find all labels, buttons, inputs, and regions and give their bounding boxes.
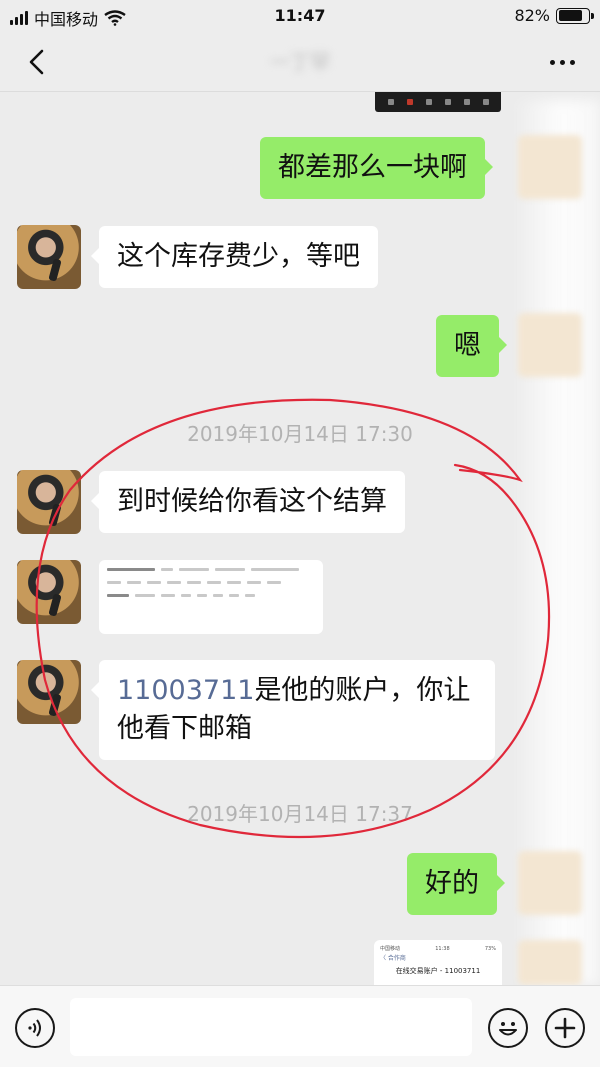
image-message[interactable] [99,560,323,634]
thumb-title: 在线交易账户 - 11003711 [395,967,481,975]
input-bar [0,985,600,1067]
chat-title: 一丁罕 [270,50,330,74]
more-dots-icon [549,59,555,65]
voice-icon [28,1019,41,1037]
contact-avatar[interactable] [17,225,81,289]
message-bubble-outgoing[interactable]: 都差那么一块啊 [260,137,493,199]
contact-avatar[interactable] [17,660,81,724]
my-avatar[interactable] [518,313,582,377]
message-text: 是他的账户，你让 [254,675,471,706]
account-number-link[interactable]: 11003711 [117,675,254,706]
my-avatar[interactable] [518,940,582,985]
message-input[interactable] [70,998,472,1056]
status-time: 11:47 [274,6,326,25]
voice-button[interactable] [15,1008,55,1048]
thumb-nav: 〈 合作商 [380,955,406,962]
contact-avatar[interactable] [17,560,81,624]
message-text: 嗯 [454,330,481,361]
message-text: 这个库存费少，等吧 [117,241,360,272]
message-text: 都差那么一块啊 [278,152,467,183]
my-avatar[interactable] [518,135,582,199]
chat-header: 一丁罕 [0,32,600,92]
message-text: 好的 [425,868,479,899]
status-right: 82% [514,6,594,25]
contact-avatar[interactable] [17,470,81,534]
emoji-icon [499,1022,517,1036]
status-bar: 中国移动 11:47 82% [0,0,600,32]
plus-button[interactable] [545,1008,585,1048]
emoji-button[interactable] [488,1008,528,1048]
timestamp: 2019年10月14日 17:30 [187,422,413,446]
message-bubble-incoming[interactable]: 到时候给你看这个结算 [91,471,405,533]
image-toolbar-fragment [375,92,501,112]
message-bubble-outgoing[interactable]: 好的 [407,853,505,915]
thumb-status-bar: 中国移动 11:38 73% [380,946,496,952]
back-button[interactable] [22,46,54,78]
chevron-left-icon [29,49,44,75]
message-text: 他看下邮箱 [117,713,252,744]
my-avatar[interactable] [518,851,582,915]
more-button[interactable] [544,46,580,78]
message-text: 到时候给你看这个结算 [117,486,387,517]
message-bubble-outgoing[interactable]: 嗯 [436,315,507,377]
battery-percent: 82% [514,6,550,25]
image-message[interactable]: 中国移动 11:38 73% 〈 合作商 在线交易账户 - 11003711 [374,940,502,988]
message-bubble-incoming[interactable]: 11003711是他的账户，你让 他看下邮箱 [91,660,495,760]
message-bubble-incoming[interactable]: 这个库存费少，等吧 [91,226,378,288]
battery-icon [556,7,594,24]
plus-icon [554,1017,576,1039]
timestamp: 2019年10月14日 17:37 [187,802,413,826]
